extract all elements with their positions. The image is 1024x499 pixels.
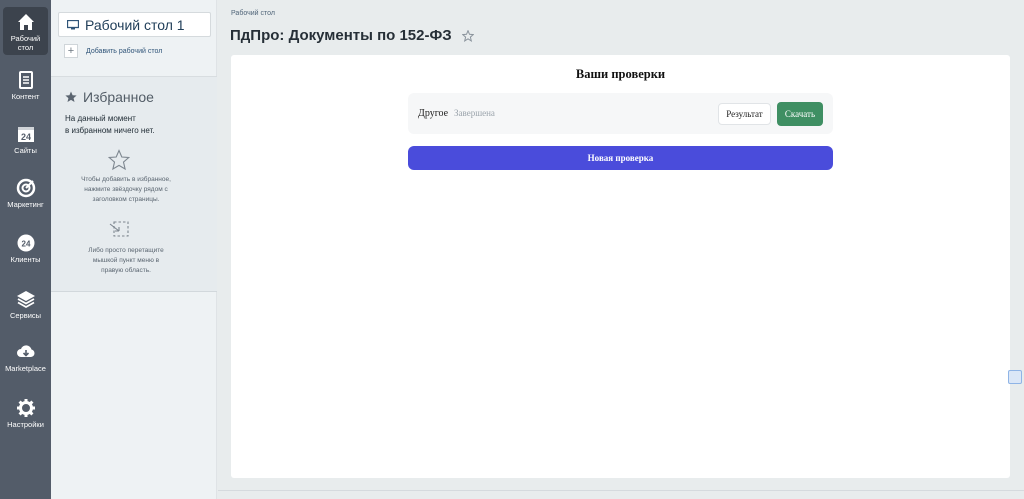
rail-item-label: Рабочий стол — [10, 34, 41, 52]
empty-line: в избранном ничего нет. — [65, 126, 155, 135]
rail-item-clients[interactable]: 24 Клиенты — [0, 233, 51, 264]
rail-item-services[interactable]: Сервисы — [0, 289, 51, 320]
page-title: ПдПро: Документы по 152-ФЗ — [230, 27, 474, 44]
plus-icon: + — [64, 44, 78, 58]
desktop-panel: Рабочий стол 1 + Добавить рабочий стол И… — [51, 0, 217, 499]
home-icon — [17, 14, 34, 30]
favorites-empty-text: На данный момент в избранном ничего нет. — [65, 113, 205, 137]
content-card: Ваши проверки Другое Завершена Результат… — [231, 55, 1010, 478]
add-desktop-link[interactable]: + Добавить рабочий стол — [64, 44, 162, 58]
target-icon — [16, 178, 35, 198]
star-outline-icon — [108, 149, 130, 171]
hint-line: Либо просто перетащите — [88, 247, 164, 254]
divider — [218, 490, 1024, 491]
rail-item-content[interactable]: Контент — [0, 70, 51, 101]
check-row: Другое Завершена Результат Скачать — [408, 93, 833, 134]
rail-item-sites[interactable]: 24 Сайты — [0, 124, 51, 155]
cloud-download-icon — [16, 345, 34, 357]
rail-item-label: Маркетинг — [7, 200, 44, 209]
favorites-title-label: Избранное — [83, 89, 154, 105]
rail-item-label: Клиенты — [10, 255, 41, 264]
breadcrumb[interactable]: Рабочий стол — [231, 10, 275, 17]
check-type: Другое — [418, 108, 449, 119]
hint-line: правую область. — [101, 267, 151, 274]
rail-item-marketing[interactable]: Маркетинг — [0, 178, 51, 209]
favorites-box: Избранное На данный момент в избранном н… — [51, 77, 217, 292]
left-rail: Рабочий стол Контент 24 Сайты Маркетинг … — [0, 0, 51, 499]
section-title: Ваши проверки — [575, 67, 666, 81]
download-button[interactable]: Скачать — [777, 102, 823, 126]
hint-line: Чтобы добавить в избранное, — [81, 176, 171, 183]
clients-number: 24 — [21, 240, 30, 249]
image-widget-icon[interactable] — [1008, 370, 1022, 384]
rail-item-label: Сайты — [14, 146, 37, 155]
layers-icon — [16, 291, 35, 309]
gear-icon — [16, 399, 35, 417]
rail-item-label: Настройки — [7, 420, 44, 429]
add-desktop-label: Добавить рабочий стол — [86, 47, 163, 55]
drag-arrow-icon — [109, 221, 129, 237]
check-status: Завершена — [454, 108, 495, 118]
favorites-title: Избранное — [65, 89, 154, 105]
document-icon — [18, 71, 33, 89]
page-title-text: ПдПро: Документы по 152-ФЗ — [230, 27, 452, 44]
monitor-icon — [67, 19, 79, 29]
calendar-number: 24 — [20, 132, 30, 142]
rail-item-marketplace[interactable]: Marketplace — [0, 342, 51, 373]
desktop-button[interactable]: Рабочий стол 1 — [58, 12, 211, 37]
empty-line: На данный момент — [65, 114, 136, 123]
hint-line: мышкой пункт меню в — [92, 257, 160, 264]
favorites-hint-drag: Либо просто перетащите мышкой пункт меню… — [61, 246, 191, 276]
favorites-hint-star: Чтобы добавить в избранное, нажмите звёз… — [61, 175, 191, 205]
rail-item-settings[interactable]: Настройки — [0, 398, 51, 429]
star-outline-icon[interactable] — [461, 29, 474, 42]
result-button[interactable]: Результат — [718, 103, 771, 125]
clients-24-icon: 24 — [17, 234, 34, 252]
rail-item-desktop[interactable]: Рабочий стол — [3, 7, 48, 55]
desktop-button-label: Рабочий стол 1 — [85, 16, 185, 33]
calendar-24-icon: 24 — [17, 127, 34, 142]
rail-item-label: Сервисы — [9, 311, 42, 320]
new-check-button[interactable]: Новая проверка — [408, 146, 833, 170]
hint-line: заголовком страницы. — [92, 196, 160, 203]
hint-line: нажмите звёздочку рядом с — [84, 186, 168, 193]
rail-item-label: Контент — [11, 92, 40, 101]
star-icon — [65, 91, 77, 102]
rail-item-label: Marketplace — [5, 364, 46, 373]
